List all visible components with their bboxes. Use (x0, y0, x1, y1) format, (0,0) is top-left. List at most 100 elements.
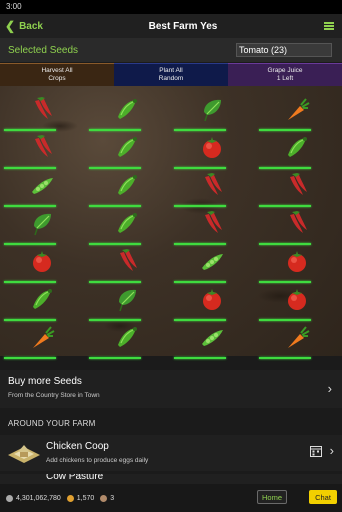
cucumber-icon (118, 327, 137, 347)
farm-plot[interactable] (259, 246, 329, 284)
growth-bar (89, 357, 141, 359)
back-button[interactable]: ❮ Back (0, 19, 70, 33)
farm-plot[interactable] (174, 132, 244, 170)
pea-pod-icon (202, 330, 223, 346)
action-bar: Harvest All Crops Plant All Random Grape… (0, 63, 342, 86)
chevron-right-icon: › (327, 381, 332, 396)
spinach-icon (119, 289, 136, 312)
home-button[interactable]: Home (257, 490, 287, 504)
growth-bar (259, 357, 311, 359)
growth-bar (89, 167, 141, 169)
chicken-coop-row[interactable]: Chicken Coop Add chickens to produce egg… (0, 435, 342, 471)
farm-plot[interactable] (4, 246, 74, 284)
growth-bar (259, 319, 311, 321)
growth-bar (259, 205, 311, 207)
buy-more-seeds-row[interactable]: Buy more Seeds From the Country Store in… (0, 370, 342, 408)
growth-bar (4, 167, 56, 169)
seeds-counter: 1,570 (66, 494, 94, 502)
farm-plot[interactable] (259, 208, 329, 246)
chili-pepper-icon (205, 211, 222, 233)
chicken-coop-title: Chicken Coop (46, 441, 109, 452)
chevron-left-icon: ❮ (5, 19, 16, 33)
selected-seeds-bar: Selected Seeds Tomato (23) (0, 38, 342, 62)
farm-plot[interactable] (4, 132, 74, 170)
farm-field (0, 86, 342, 359)
cucumber-icon (118, 175, 137, 195)
farm-plot[interactable] (89, 246, 159, 284)
cucumber-icon (33, 289, 52, 309)
farm-plot[interactable] (259, 94, 329, 132)
seed-select[interactable]: Tomato (23) (236, 43, 332, 57)
seed-icon (66, 494, 74, 502)
chevron-right-icon: › (329, 443, 334, 458)
growth-bar (4, 243, 56, 245)
farm-plot[interactable] (4, 322, 74, 360)
chicken-coop-subtitle: Add chickens to produce eggs daily (46, 457, 149, 464)
cucumber-icon (118, 99, 137, 119)
farm-plot[interactable] (89, 322, 159, 360)
chili-pepper-icon (35, 135, 52, 157)
growth-bar (4, 319, 56, 321)
chili-pepper-icon (35, 97, 52, 119)
farm-plot[interactable] (89, 132, 159, 170)
farm-plot[interactable] (174, 322, 244, 360)
growth-bar (4, 357, 56, 359)
top-bar: ❮ Back Best Farm Yes (0, 14, 342, 38)
buy-more-subtitle: From the Country Store in Town (8, 392, 100, 399)
chili-pepper-icon (120, 249, 137, 271)
harvest-all-button[interactable]: Harvest All Crops (0, 63, 114, 86)
coin-icon (6, 494, 13, 502)
chili-pepper-icon (290, 211, 307, 233)
growth-bar (89, 243, 141, 245)
farm-plot[interactable] (89, 170, 159, 208)
farm-plot[interactable] (89, 284, 159, 322)
growth-bar (259, 167, 311, 169)
pea-pod-icon (202, 254, 223, 270)
calendar-icon[interactable] (310, 445, 322, 457)
carrot-icon (288, 98, 310, 120)
farm-plot[interactable] (174, 284, 244, 322)
bottom-bar: 4,301,062,780 1,570 3 Home Chat (0, 484, 342, 512)
farm-plot[interactable] (89, 94, 159, 132)
growth-bar (89, 281, 141, 283)
egg-icon (100, 494, 108, 502)
farm-plot[interactable] (174, 94, 244, 132)
chili-pepper-icon (290, 173, 307, 195)
spinach-icon (204, 99, 221, 122)
selected-seeds-label: Selected Seeds (8, 44, 79, 56)
growth-bar (89, 319, 141, 321)
cucumber-icon (118, 137, 137, 157)
cow-pasture-title: Cow Pasture (46, 474, 104, 482)
farm-plot[interactable] (4, 94, 74, 132)
farm-plot[interactable] (4, 208, 74, 246)
tomato-icon (288, 289, 306, 310)
growth-bar (259, 129, 311, 131)
growth-bar (174, 205, 226, 207)
farm-plot[interactable] (259, 132, 329, 170)
tomato-icon (288, 251, 306, 272)
around-farm-heading: AROUND YOUR FARM (8, 419, 96, 428)
farm-plot[interactable] (259, 284, 329, 322)
list-menu-icon[interactable] (302, 21, 342, 32)
farm-plot[interactable] (259, 170, 329, 208)
back-label: Back (19, 20, 43, 32)
grape-juice-button[interactable]: Grape Juice 1 Left (228, 63, 342, 86)
growth-bar (4, 281, 56, 283)
chili-pepper-icon (205, 173, 222, 195)
farm-plot[interactable] (89, 208, 159, 246)
eggs-counter: 3 (100, 494, 114, 502)
plant-all-button[interactable]: Plant All Random (114, 63, 228, 86)
farm-plot[interactable] (174, 170, 244, 208)
chat-button[interactable]: Chat (309, 490, 337, 504)
farm-plot[interactable] (259, 322, 329, 360)
farm-plot[interactable] (4, 170, 74, 208)
tomato-icon (203, 289, 221, 310)
chicken-coop-icon (8, 445, 40, 463)
cow-pasture-row[interactable]: Cow Pasture (0, 474, 342, 484)
growth-bar (174, 281, 226, 283)
cucumber-icon (288, 137, 307, 157)
farm-plot[interactable] (174, 208, 244, 246)
farm-plot[interactable] (4, 284, 74, 322)
growth-bar (174, 243, 226, 245)
farm-plot[interactable] (174, 246, 244, 284)
